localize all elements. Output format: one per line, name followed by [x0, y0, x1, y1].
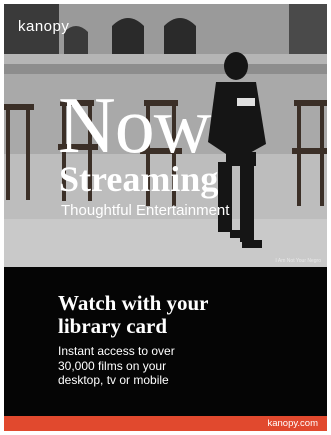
- poster: kanopy Now Streaming Thoughtful Entertai…: [4, 4, 327, 431]
- library-card-title-line1: Watch with your: [58, 291, 209, 315]
- kanopy-logo: kanopy: [18, 18, 70, 35]
- photo-credit: I Am Not Your Negro: [275, 258, 321, 264]
- library-card-title: Watch with your library card: [58, 292, 298, 338]
- description-line3: desktop, tv or mobile: [58, 373, 169, 387]
- subheadline: Streaming: [59, 159, 219, 199]
- library-card-title-line2: library card: [58, 314, 168, 338]
- tagline: Thoughtful Entertainment: [61, 202, 230, 219]
- footer-url-link[interactable]: kanopy.com: [267, 418, 318, 429]
- description: Instant access to over 30,000 films on y…: [58, 344, 288, 388]
- description-line1: Instant access to over: [58, 344, 175, 358]
- footer-bar: kanopy.com: [4, 416, 327, 431]
- description-line2: 30,000 films on your: [58, 358, 167, 373]
- headline: Now: [58, 82, 212, 170]
